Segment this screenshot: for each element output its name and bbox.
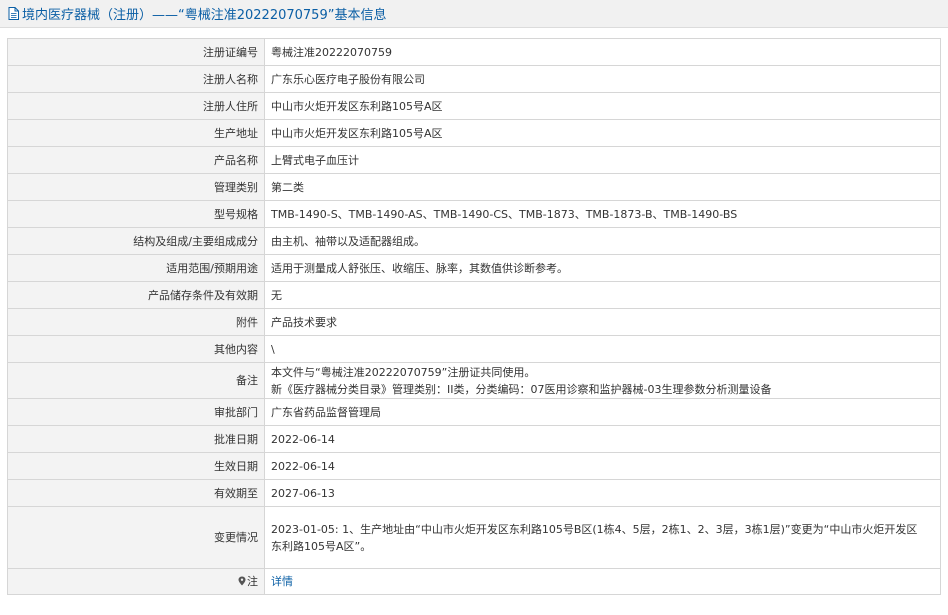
document-icon [8, 7, 19, 20]
row-value: 上臂式电子血压计 [264, 146, 941, 174]
row-label: 注 [7, 568, 265, 595]
table-row: 其他内容 \ [7, 335, 941, 363]
remark-line: 本文件与“粤械注准20222070759”注册证共同使用。 [271, 365, 536, 379]
table-row: 审批部门 广东省药品监督管理局 [7, 398, 941, 426]
table-row: 型号规格 TMB-1490-S、TMB-1490-AS、TMB-1490-CS、… [7, 200, 941, 228]
row-label: 注册人名称 [7, 65, 265, 93]
change-line: 2023-01-05: 1、生产地址由“中山市火炬开发区东利路105号B区(1栋… [271, 522, 918, 536]
row-label: 变更情况 [7, 506, 265, 569]
row-label: 型号规格 [7, 200, 265, 228]
row-value: 中山市火炬开发区东利路105号A区 [264, 92, 941, 120]
page-header: 境内医疗器械（注册）——“粤械注准20222070759”基本信息 [0, 0, 948, 28]
table-row: 结构及组成/主要组成成分 由主机、袖带以及适配器组成。 [7, 227, 941, 255]
row-label: 结构及组成/主要组成成分 [7, 227, 265, 255]
row-label: 批准日期 [7, 425, 265, 453]
row-value: TMB-1490-S、TMB-1490-AS、TMB-1490-CS、TMB-1… [264, 200, 941, 228]
row-label: 附件 [7, 308, 265, 336]
row-value: 适用于测量成人舒张压、收缩压、脉率，其数值供诊断参考。 [264, 254, 941, 282]
row-label: 生效日期 [7, 452, 265, 480]
table-row: 注册人名称 广东乐心医疗电子股份有限公司 [7, 65, 941, 93]
row-value: 产品技术要求 [264, 308, 941, 336]
row-label: 生产地址 [7, 119, 265, 147]
remark-line: 新《医疗器械分类目录》管理类别：II类，分类编码：07医用诊察和监护器械-03生… [271, 382, 772, 396]
row-label: 注册人住所 [7, 92, 265, 120]
row-label: 产品名称 [7, 146, 265, 174]
row-label: 备注 [7, 362, 265, 399]
table-row: 产品储存条件及有效期 无 [7, 281, 941, 309]
table-row: 生效日期 2022-06-14 [7, 452, 941, 480]
row-value: 2027-06-13 [264, 479, 941, 507]
row-value: 2022-06-14 [264, 425, 941, 453]
registration-info-table: 注册证编号 粤械注准20222070759 注册人名称 广东乐心医疗电子股份有限… [7, 38, 941, 595]
row-label: 有效期至 [7, 479, 265, 507]
change-line: 东利路105号A区”。 [271, 539, 372, 553]
row-label: 产品储存条件及有效期 [7, 281, 265, 309]
row-value: 粤械注准20222070759 [264, 38, 941, 66]
table-row: 注 详情 [7, 568, 941, 595]
row-value: 由主机、袖带以及适配器组成。 [264, 227, 941, 255]
row-value: 本文件与“粤械注准20222070759”注册证共同使用。 新《医疗器械分类目录… [264, 362, 941, 399]
details-link[interactable]: 详情 [271, 575, 293, 588]
row-label: 管理类别 [7, 173, 265, 201]
table-row: 注册证编号 粤械注准20222070759 [7, 38, 941, 66]
table-row: 产品名称 上臂式电子血压计 [7, 146, 941, 174]
note-label: 注 [247, 575, 258, 588]
row-value: 详情 [264, 568, 941, 595]
row-label: 适用范围/预期用途 [7, 254, 265, 282]
row-value: 2023-01-05: 1、生产地址由“中山市火炬开发区东利路105号B区(1栋… [264, 506, 941, 569]
row-value: 无 [264, 281, 941, 309]
row-label: 注册证编号 [7, 38, 265, 66]
table-row: 备注 本文件与“粤械注准20222070759”注册证共同使用。 新《医疗器械分… [7, 362, 941, 399]
row-label: 审批部门 [7, 398, 265, 426]
location-pin-icon [238, 576, 246, 586]
table-row: 注册人住所 中山市火炬开发区东利路105号A区 [7, 92, 941, 120]
table-row: 管理类别 第二类 [7, 173, 941, 201]
table-row: 变更情况 2023-01-05: 1、生产地址由“中山市火炬开发区东利路105号… [7, 506, 941, 569]
row-value: 广东乐心医疗电子股份有限公司 [264, 65, 941, 93]
table-row: 批准日期 2022-06-14 [7, 425, 941, 453]
row-value: 广东省药品监督管理局 [264, 398, 941, 426]
page-title: 境内医疗器械（注册）——“粤械注准20222070759”基本信息 [22, 8, 387, 23]
row-label: 其他内容 [7, 335, 265, 363]
table-row: 附件 产品技术要求 [7, 308, 941, 336]
row-value: 第二类 [264, 173, 941, 201]
table-row: 有效期至 2027-06-13 [7, 479, 941, 507]
row-value: \ [264, 335, 941, 363]
row-value: 2022-06-14 [264, 452, 941, 480]
table-row: 生产地址 中山市火炬开发区东利路105号A区 [7, 119, 941, 147]
row-value: 中山市火炬开发区东利路105号A区 [264, 119, 941, 147]
table-row: 适用范围/预期用途 适用于测量成人舒张压、收缩压、脉率，其数值供诊断参考。 [7, 254, 941, 282]
